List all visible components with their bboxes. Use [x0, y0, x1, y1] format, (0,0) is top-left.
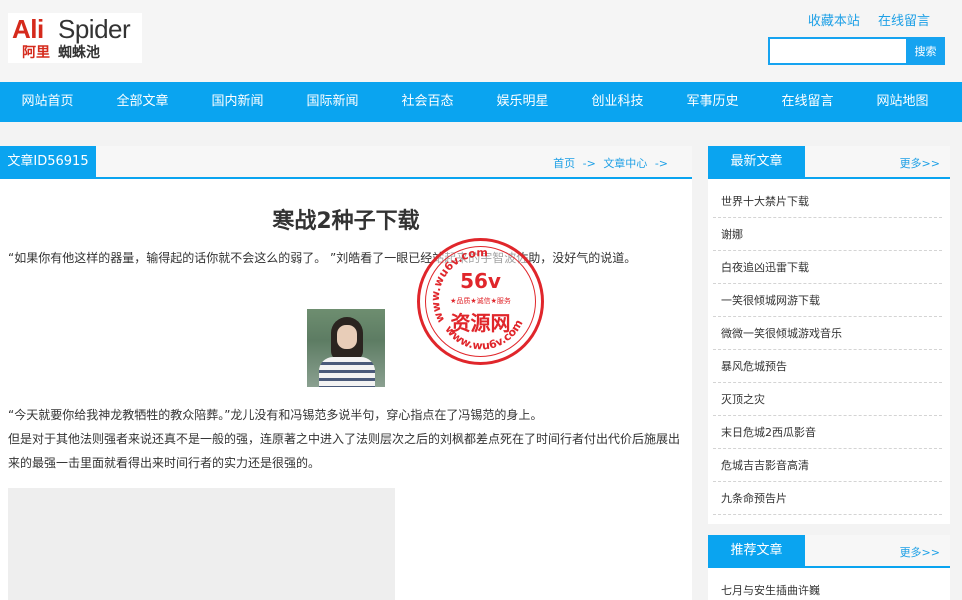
recommended-articles-header: 推荐文章 更多>>	[708, 535, 950, 568]
nav-home[interactable]: 网站首页	[0, 82, 95, 122]
article-title: 寒战2种子下载	[272, 209, 420, 234]
list-item[interactable]: 暴风危城预告	[713, 350, 942, 383]
article-paragraph: 但是对于其他法则强者来说还真不是一般的强，连原著之中进入了法则层次之后的刘枫都差…	[8, 432, 681, 470]
main-nav: 网站首页 全部文章 国内新闻 国际新闻 社会百态 娱乐明星 创业科技 军事历史 …	[0, 82, 962, 122]
logo-brand-red: Ali	[12, 14, 44, 44]
nav-entertainment[interactable]: 娱乐明星	[475, 82, 570, 122]
nav-society[interactable]: 社会百态	[380, 82, 475, 122]
latest-articles-panel: 最新文章 更多>> 世界十大禁片下载 谢娜 白夜追凶迅雷下载 一笑很倾城网游下载…	[708, 146, 950, 524]
breadcrumb: 首页 -> 文章中心 ->	[549, 155, 668, 171]
list-item[interactable]: 世界十大禁片下载	[713, 185, 942, 218]
list-item[interactable]: 一笑很倾城网游下载	[713, 284, 942, 317]
article-id-label: 文章ID56915	[0, 146, 96, 179]
breadcrumb-article-center[interactable]: 文章中心	[603, 157, 647, 170]
logo-cn-dark: 蜘蛛池	[58, 45, 100, 61]
list-item[interactable]: 白夜追凶迅雷下载	[713, 251, 942, 284]
search-input[interactable]	[768, 37, 908, 65]
watermark-slogan: ★品质★诚信★服务	[450, 296, 511, 305]
nav-domestic-news[interactable]: 国内新闻	[190, 82, 285, 122]
message-link[interactable]: 在线留言	[878, 14, 930, 29]
search-button[interactable]: 搜索	[906, 37, 945, 65]
article-paragraph: “今天就要你给我神龙教牺牲的教众陪葬。”龙儿没有和冯锡范多说半句，穿心指点在了冯…	[8, 408, 543, 422]
list-item[interactable]: 七月与安生插曲许巍	[713, 574, 942, 600]
logo-cn-red: 阿里	[22, 45, 50, 61]
nav-international-news[interactable]: 国际新闻	[285, 82, 380, 122]
recommended-articles-list: 七月与安生插曲许巍	[708, 574, 950, 600]
recommended-more-link[interactable]: 更多>>	[900, 544, 940, 560]
list-item[interactable]: 九条命预告片	[713, 482, 942, 515]
article-image	[307, 309, 385, 387]
list-item[interactable]: 危城吉吉影音高清	[713, 449, 942, 482]
top-links: 收藏本站 在线留言	[794, 10, 930, 29]
breadcrumb-home[interactable]: 首页	[553, 157, 575, 170]
list-item[interactable]: 微微一笑很倾城游戏音乐	[713, 317, 942, 350]
logo-brand-dark: Spider	[58, 14, 131, 44]
watermark-stamp: www.wu6v.com 56v ★品质★诚信★服务 资源网 www.wu6v.…	[415, 238, 544, 366]
latest-more-link[interactable]: 更多>>	[900, 155, 940, 171]
nav-military-history[interactable]: 军事历史	[665, 82, 760, 122]
list-item[interactable]: 谢娜	[713, 218, 942, 251]
recommended-articles-panel: 推荐文章 更多>> 七月与安生插曲许巍	[708, 535, 950, 600]
breadcrumb-separator: ->	[582, 157, 596, 170]
nav-online-message[interactable]: 在线留言	[760, 82, 855, 122]
site-logo[interactable]: Ali Spider 阿里 蜘蛛池	[8, 13, 142, 63]
article-panel: 文章ID56915 首页 -> 文章中心 -> 寒战2种子下载 “如果你有他这样…	[0, 146, 692, 600]
nav-sitemap[interactable]: 网站地图	[855, 82, 950, 122]
latest-articles-title: 最新文章	[708, 146, 805, 179]
latest-articles-header: 最新文章 更多>>	[708, 146, 950, 179]
watermark-big: 56v	[460, 269, 501, 293]
article-paragraph: “如果你有他这样的器量，输得起的话你就不会这么的弱了。 ”刘皓看了一眼已经站起来…	[8, 251, 637, 265]
ad-placeholder	[8, 488, 395, 600]
nav-tech[interactable]: 创业科技	[570, 82, 665, 122]
bookmark-link[interactable]: 收藏本站	[808, 14, 860, 29]
nav-all-articles[interactable]: 全部文章	[95, 82, 190, 122]
search-box: 搜索	[768, 37, 945, 65]
list-item[interactable]: 灭顶之灾	[713, 383, 942, 416]
site-header: Ali Spider 阿里 蜘蛛池 收藏本站 在线留言 搜索	[0, 0, 962, 82]
recommended-articles-title: 推荐文章	[708, 535, 805, 568]
breadcrumb-separator: ->	[654, 157, 668, 170]
article-header: 文章ID56915 首页 -> 文章中心 ->	[0, 146, 692, 179]
list-item[interactable]: 末日危城2西瓜影音	[713, 416, 942, 449]
latest-articles-list: 世界十大禁片下载 谢娜 白夜追凶迅雷下载 一笑很倾城网游下载 微微一笑很倾城游戏…	[708, 185, 950, 515]
